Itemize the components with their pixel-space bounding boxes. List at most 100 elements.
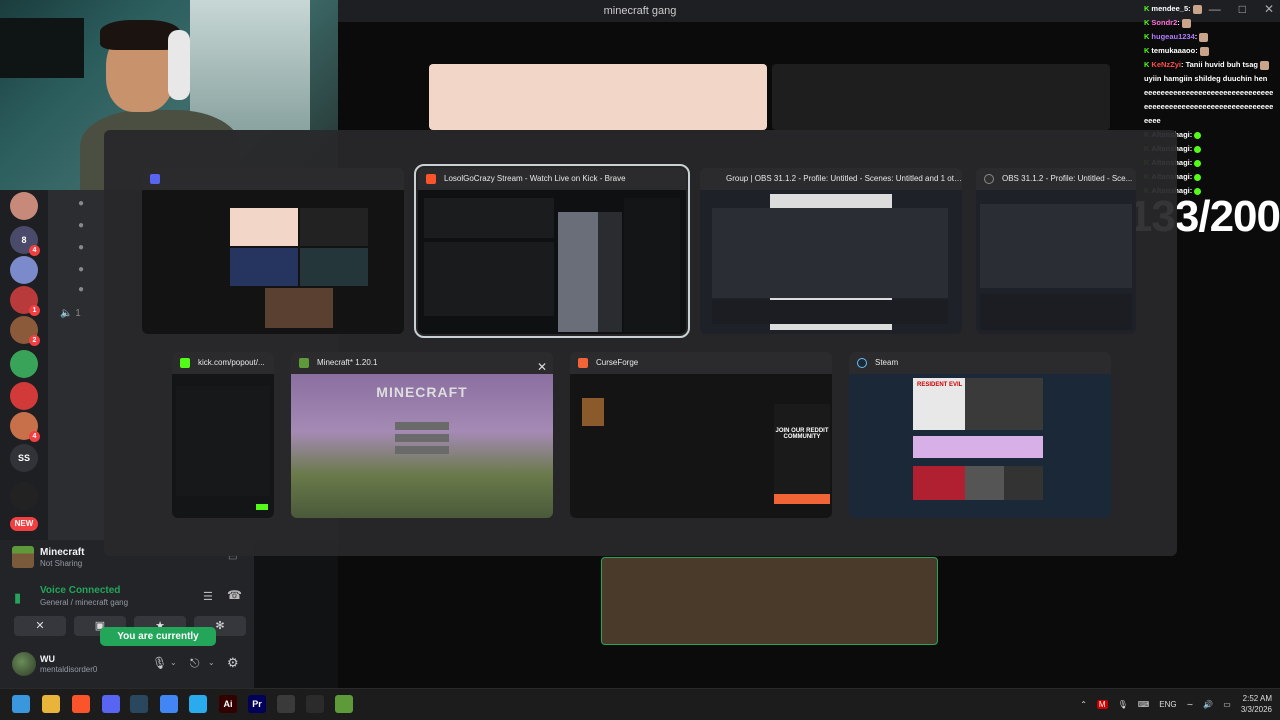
curseforge-icon bbox=[578, 358, 588, 368]
chat-username: hugeau1234 bbox=[1151, 32, 1195, 41]
window-thumbnail bbox=[976, 190, 1136, 334]
user-bar bbox=[0, 648, 254, 688]
server-icon[interactable] bbox=[10, 350, 38, 378]
chat-message: eeeeeeeeeeeeeeeeeeeeeeeeeeeeeee bbox=[1144, 100, 1280, 114]
kick-icon: K bbox=[1144, 46, 1150, 55]
window-title-bar: LosolGoCrazy Stream - Watch Live on Kick… bbox=[418, 168, 686, 190]
tray-app-icon[interactable]: M bbox=[1096, 699, 1108, 709]
video-tile[interactable] bbox=[429, 64, 767, 130]
chat-message: Khugeau1234: bbox=[1144, 30, 1280, 44]
task-switcher: LosolGoCrazy Stream - Watch Live on Kick… bbox=[104, 130, 1177, 556]
file-explorer-icon[interactable] bbox=[42, 695, 60, 713]
member-item[interactable]: ● bbox=[78, 284, 84, 295]
chat-text: : bbox=[1177, 18, 1180, 27]
chat-username: mendee_5 bbox=[1151, 4, 1189, 13]
chevron-down-icon[interactable]: ⌄ bbox=[170, 658, 177, 667]
member-item[interactable]: ● bbox=[78, 264, 84, 275]
microphone-icon[interactable]: 🎙 bbox=[1118, 700, 1128, 709]
window-title-bar: CurseForge bbox=[570, 352, 832, 374]
window-thumbnail bbox=[142, 190, 404, 334]
switcher-window-curseforge[interactable]: CurseForge JOIN OUR REDDIT COMMUNITY bbox=[570, 352, 832, 518]
switcher-window-obs-group[interactable]: Group | OBS 31.1.2 - Profile: Untitled -… bbox=[700, 168, 962, 334]
activity-game: Minecraft bbox=[40, 547, 85, 558]
telegram-icon[interactable] bbox=[189, 695, 207, 713]
battery-icon[interactable]: ▭ bbox=[1223, 700, 1231, 709]
switcher-window-discord[interactable] bbox=[142, 168, 404, 334]
member-item[interactable]: ● bbox=[78, 242, 84, 253]
gear-icon[interactable]: ⚙ bbox=[227, 655, 239, 671]
emote-icon bbox=[1259, 60, 1269, 70]
server-icon[interactable]: 84 bbox=[10, 226, 40, 256]
window-title: minecraft gang bbox=[603, 5, 677, 17]
chat-text: : bbox=[1189, 172, 1193, 181]
headphones-icon[interactable]: ⎋ bbox=[190, 656, 200, 671]
windows-start-icon[interactable] bbox=[12, 695, 30, 713]
server-icon[interactable] bbox=[10, 256, 38, 284]
volume-icon[interactable]: 🔊 bbox=[1203, 700, 1213, 709]
minecraft-logo: MINECRAFT bbox=[376, 384, 468, 400]
chat-text: : bbox=[1189, 158, 1193, 167]
chevron-down-icon[interactable]: ⌄ bbox=[208, 658, 215, 667]
member-item[interactable]: ● bbox=[78, 198, 84, 209]
chevron-up-icon[interactable]: ⌃ bbox=[1080, 700, 1087, 709]
camera-off-button[interactable]: ✕ bbox=[14, 616, 66, 636]
switcher-window-minecraft[interactable]: Minecraft* 1.20.1 ✕ MINECRAFT bbox=[291, 352, 553, 518]
voice-status[interactable]: Voice Connected bbox=[40, 585, 120, 596]
premiere-icon[interactable]: Pr bbox=[248, 695, 266, 713]
steam-icon[interactable] bbox=[130, 695, 148, 713]
chat-text: uyiin hamgiin shildeg duuchin hen bbox=[1144, 74, 1268, 83]
volume-indicator: 🔈 1 bbox=[60, 308, 81, 319]
minecraft-icon[interactable] bbox=[335, 695, 353, 713]
disconnect-icon[interactable]: ☎ bbox=[227, 588, 242, 602]
switcher-window-brave[interactable]: LosolGoCrazy Stream - Watch Live on Kick… bbox=[414, 164, 690, 338]
obs-icon[interactable] bbox=[277, 695, 295, 713]
member-item[interactable]: ● bbox=[78, 220, 84, 231]
keyboard-icon[interactable]: ⌨ bbox=[1138, 700, 1150, 709]
emote-icon bbox=[1181, 18, 1191, 28]
switcher-window-steam[interactable]: Steam RESIDENT EVIL bbox=[849, 352, 1111, 518]
server-icon[interactable] bbox=[10, 382, 38, 410]
window-title-bar: Minecraft* 1.20.1 ✕ bbox=[291, 352, 553, 374]
noise-suppression-icon[interactable]: ☰ bbox=[203, 590, 213, 603]
activity-status: Not Sharing bbox=[40, 559, 83, 568]
illustrator-icon[interactable]: Ai bbox=[219, 695, 237, 713]
connection-signal-icon[interactable]: ▮ bbox=[14, 590, 30, 605]
clock[interactable]: 2:52 AM 3/3/2026 bbox=[1241, 693, 1272, 715]
discord-icon bbox=[150, 174, 160, 184]
server-rail: 84 1 2 4 SS bbox=[0, 186, 48, 542]
avatar[interactable] bbox=[12, 652, 36, 676]
close-icon[interactable]: ✕ bbox=[537, 356, 547, 374]
video-tile[interactable] bbox=[772, 64, 1110, 130]
voice-channel[interactable]: General / minecraft gang bbox=[40, 598, 128, 607]
kick-icon[interactable] bbox=[306, 695, 324, 713]
emote-icon bbox=[1192, 4, 1202, 14]
chat-message: eeeeeeeeeeeeeeeeeeeeeeeeeeeeeee bbox=[1144, 86, 1280, 100]
server-icon[interactable] bbox=[10, 192, 38, 220]
new-badge: NEW bbox=[10, 517, 38, 531]
microphone-muted-icon[interactable]: 🎙 bbox=[152, 656, 167, 670]
video-tile-speaking[interactable] bbox=[601, 557, 938, 645]
chat-username: Sondr2 bbox=[1151, 18, 1178, 27]
server-icon[interactable]: 2 bbox=[10, 316, 40, 346]
server-icon[interactable] bbox=[10, 482, 38, 510]
server-icon[interactable]: SS bbox=[10, 444, 38, 472]
window-title-bar bbox=[142, 168, 404, 190]
system-tray: ⌃ M 🎙 ⌨ ENG ∼ 🔊 ▭ 2:52 AM 3/3/2026 bbox=[1080, 690, 1272, 718]
kick-icon: K bbox=[1144, 18, 1150, 27]
clock-time: 2:52 AM bbox=[1242, 694, 1272, 703]
featured-game: RESIDENT EVIL bbox=[913, 378, 1043, 430]
window-title-bar: Group | OBS 31.1.2 - Profile: Untitled -… bbox=[700, 168, 962, 190]
switcher-window-obs[interactable]: OBS 31.1.2 - Profile: Untitled - Sce... bbox=[976, 168, 1136, 334]
window-thumbnail bbox=[418, 190, 686, 334]
brave-icon[interactable] bbox=[72, 695, 90, 713]
language-indicator[interactable]: ENG bbox=[1159, 700, 1176, 709]
wifi-icon[interactable]: ∼ bbox=[1187, 700, 1194, 709]
chrome-icon[interactable] bbox=[160, 695, 178, 713]
discord-icon[interactable] bbox=[102, 695, 120, 713]
switcher-window-kick-popout[interactable]: kick.com/popout/... bbox=[172, 352, 274, 518]
window-thumbnail: MINECRAFT bbox=[291, 374, 553, 518]
server-icon[interactable]: 1 bbox=[10, 286, 40, 316]
emote-icon bbox=[1194, 159, 1202, 167]
server-icon[interactable]: 4 bbox=[10, 412, 40, 442]
chat-message: Ktemukaaaoo: bbox=[1144, 44, 1280, 58]
